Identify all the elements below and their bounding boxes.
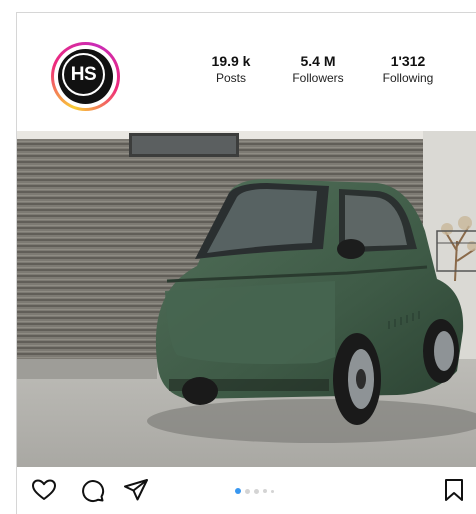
bookmark-icon bbox=[445, 479, 463, 501]
like-button[interactable] bbox=[31, 477, 57, 503]
car-photo bbox=[17, 131, 476, 467]
save-button[interactable] bbox=[441, 477, 467, 503]
comment-bubble-icon bbox=[82, 480, 105, 503]
carousel-dot-active bbox=[235, 488, 241, 494]
post-card: HS 19.9 k Posts 5.4 M Followers 1'312 Fo… bbox=[16, 12, 476, 514]
profile-header: HS 19.9 k Posts 5.4 M Followers 1'312 Fo… bbox=[17, 13, 476, 133]
carousel-dot bbox=[245, 488, 250, 494]
avatar[interactable]: HS bbox=[51, 42, 120, 111]
heart-icon bbox=[32, 479, 56, 500]
followers-stat[interactable]: 5.4 M Followers bbox=[279, 53, 357, 86]
followers-count: 5.4 M bbox=[300, 53, 336, 69]
carousel-dot bbox=[263, 489, 267, 493]
followers-label: Followers bbox=[292, 71, 344, 85]
post-image[interactable] bbox=[17, 131, 476, 467]
comment-button[interactable] bbox=[79, 477, 105, 503]
post-actions bbox=[17, 467, 476, 514]
posts-count: 19.9 k bbox=[211, 53, 251, 69]
following-count: 1'312 bbox=[390, 53, 426, 69]
posts-label: Posts bbox=[215, 71, 246, 85]
following-label: Following bbox=[382, 71, 434, 85]
carousel-dot bbox=[271, 489, 274, 493]
avatar-initials: HS bbox=[62, 53, 105, 96]
following-stat[interactable]: 1'312 Following bbox=[369, 53, 447, 86]
carousel-indicator bbox=[235, 488, 274, 494]
posts-stat[interactable]: 19.9 k Posts bbox=[201, 53, 261, 86]
share-button[interactable] bbox=[123, 477, 149, 503]
paper-plane-icon bbox=[124, 479, 148, 501]
carousel-dot bbox=[254, 488, 259, 494]
